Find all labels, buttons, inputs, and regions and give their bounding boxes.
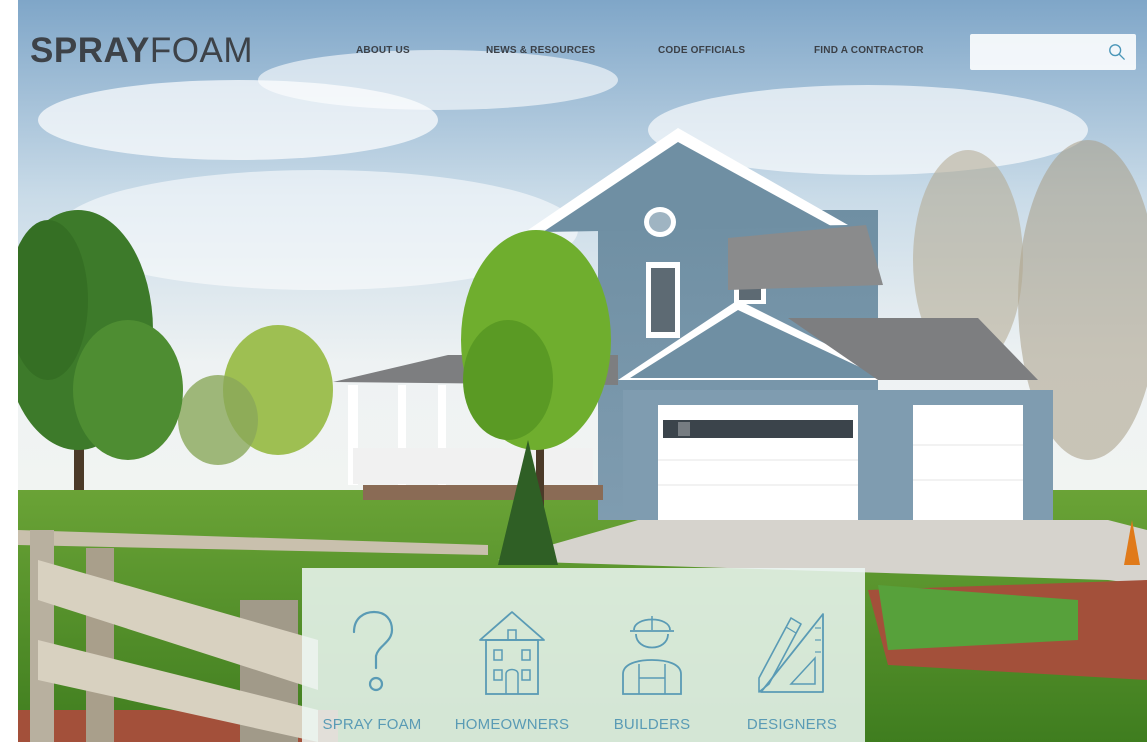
nav-news-resources[interactable]: NEWS & RESOURCES [486, 45, 595, 56]
page: SPRAYFOAM ABOUT US NEWS & RESOURCES CODE… [0, 0, 1147, 742]
pencil-triangle-icon [758, 613, 824, 693]
nav-find-a-contractor[interactable]: FIND A CONTRACTOR [814, 45, 924, 56]
logo-light-text: FOAM [149, 31, 253, 70]
site-logo[interactable]: SPRAYFOAM [30, 33, 253, 68]
nav-code-officials[interactable]: CODE OFFICIALS [658, 45, 745, 56]
audience-label-builders: BUILDERS [613, 716, 691, 733]
house-icon [479, 611, 545, 695]
audience-label-spray-foam: SPRAY FOAM [322, 716, 422, 733]
logo-bold-text: SPRAY [30, 31, 150, 70]
question-mark-icon [352, 610, 394, 692]
search-input[interactable] [978, 40, 1102, 66]
search-icon[interactable] [1108, 43, 1126, 61]
audience-panel: SPRAY FOAM HOMEOWNERS BUILDERS DESIGNERS [302, 568, 865, 742]
audience-homeowners[interactable]: HOMEOWNERS [442, 568, 582, 742]
top-navigation: SPRAYFOAM ABOUT US NEWS & RESOURCES CODE… [18, 0, 1147, 90]
audience-label-homeowners: HOMEOWNERS [454, 716, 570, 733]
nav-about-us[interactable]: ABOUT US [356, 45, 410, 56]
search-box [970, 34, 1136, 70]
audience-label-designers: DESIGNERS [746, 716, 838, 733]
audience-designers[interactable]: DESIGNERS [722, 568, 862, 742]
audience-builders[interactable]: BUILDERS [582, 568, 722, 742]
builder-hardhat-icon [622, 616, 682, 695]
audience-spray-foam[interactable]: SPRAY FOAM [302, 568, 442, 742]
